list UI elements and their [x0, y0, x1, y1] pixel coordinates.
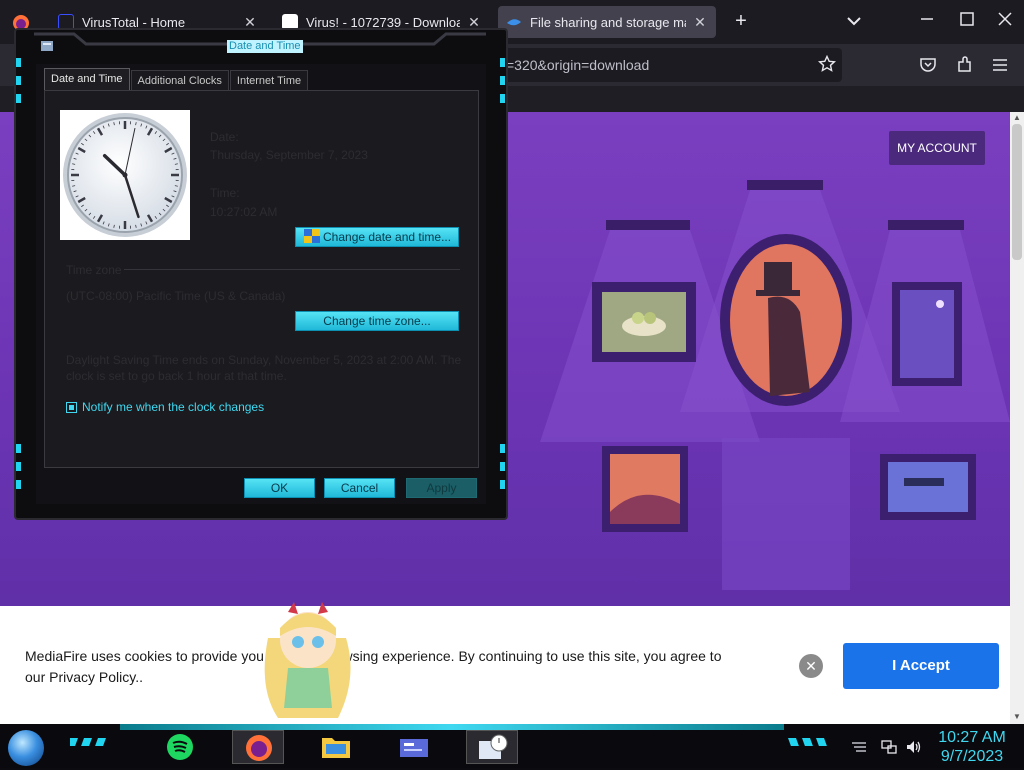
tab-mediafire[interactable]: File sharing and storage made s ✕	[498, 6, 716, 38]
change-date-time-button[interactable]: Change date and time...	[295, 227, 459, 247]
timezone-value: (UTC-08:00) Pacific Time (US & Canada)	[66, 289, 285, 303]
cancel-button[interactable]: Cancel	[324, 478, 395, 498]
ok-button[interactable]: OK	[244, 478, 315, 498]
taskbar-date-time[interactable]	[466, 730, 518, 764]
tab-internet-time[interactable]: Internet Time	[230, 70, 308, 90]
notify-checkbox[interactable]	[66, 402, 77, 413]
menu-icon[interactable]	[991, 56, 1009, 74]
notify-label: Notify me when the clock changes	[82, 400, 264, 414]
analog-clock	[60, 110, 190, 240]
clock-face-icon	[60, 110, 190, 240]
change-timezone-button[interactable]: Change time zone...	[295, 311, 459, 331]
pocket-icon[interactable]	[919, 56, 937, 74]
taskbar-accent-band	[120, 724, 784, 730]
taskbar-app-card[interactable]	[388, 730, 440, 764]
dst-notice: Daylight Saving Time ends on Sunday, Nov…	[66, 352, 466, 384]
volume-icon[interactable]	[905, 738, 923, 756]
window-controls	[896, 0, 1024, 44]
close-icon[interactable]: ✕	[692, 14, 708, 31]
timezone-heading: Time zone	[66, 263, 122, 277]
firefox-icon	[233, 731, 285, 765]
dialog-tabs: Date and Time Additional Clocks Internet…	[44, 70, 309, 90]
date-time-window-icon	[40, 40, 54, 52]
start-button[interactable]	[8, 730, 44, 766]
notify-checkbox-row[interactable]: Notify me when the clock changes	[66, 400, 264, 414]
spotify-icon	[154, 730, 206, 764]
mascot-character-image	[258, 598, 358, 724]
folder-icon	[310, 730, 362, 764]
taskbar-clock[interactable]: 10:27 AM 9/7/2023	[932, 728, 1012, 766]
minimize-icon[interactable]	[920, 12, 934, 26]
mediafire-logo-icon	[506, 14, 522, 30]
scroll-down-arrow-icon[interactable]: ▼	[1010, 711, 1024, 723]
change-date-time-label: Change date and time...	[323, 230, 451, 244]
apply-button[interactable]: Apply	[406, 478, 477, 498]
scrollbar-thumb[interactable]	[1012, 124, 1022, 260]
date-label: Date:	[210, 130, 239, 144]
time-value: 10:27:02 AM	[210, 205, 277, 219]
time-label: Time:	[210, 186, 240, 200]
taskbar-date: 9/7/2023	[932, 747, 1012, 766]
calendar-clock-icon	[467, 731, 519, 765]
show-desktop-icon[interactable]	[850, 738, 868, 756]
admin-shield-icon	[304, 229, 320, 243]
network-icon[interactable]	[880, 738, 898, 756]
taskbar-decor-right	[784, 738, 832, 748]
new-tab-button[interactable]: +	[730, 10, 752, 32]
date-value: Thursday, September 7, 2023	[210, 148, 368, 162]
cookie-message: MediaFire uses cookies to provide you w …	[25, 646, 745, 688]
taskbar-file-explorer[interactable]	[310, 730, 362, 764]
id-card-icon	[388, 730, 440, 764]
taskbar-decor-left	[70, 738, 118, 748]
maximize-icon[interactable]	[960, 12, 974, 26]
tab-label: File sharing and storage made s	[530, 15, 686, 30]
tab-additional-clocks[interactable]: Additional Clocks	[131, 70, 229, 90]
cookie-close-button[interactable]: ✕	[799, 654, 823, 678]
taskbar-time: 10:27 AM	[932, 728, 1012, 747]
chevron-down-icon[interactable]	[845, 12, 863, 30]
address-bar[interactable]: =320&origin=download	[490, 48, 842, 82]
timezone-separator	[124, 269, 460, 270]
accept-cookies-button[interactable]: I Accept	[843, 643, 999, 689]
tab-date-and-time[interactable]: Date and Time	[44, 68, 130, 90]
taskbar-spotify[interactable]	[154, 730, 206, 764]
scroll-up-arrow-icon[interactable]: ▲	[1010, 112, 1024, 124]
bookmark-star-icon[interactable]	[818, 55, 836, 73]
extensions-icon[interactable]	[955, 56, 973, 74]
close-window-icon[interactable]	[998, 12, 1012, 26]
dialog-title: Date and Time	[227, 40, 303, 53]
taskbar-firefox[interactable]	[232, 730, 284, 764]
cookie-banner: MediaFire uses cookies to provide you w …	[0, 606, 1010, 724]
